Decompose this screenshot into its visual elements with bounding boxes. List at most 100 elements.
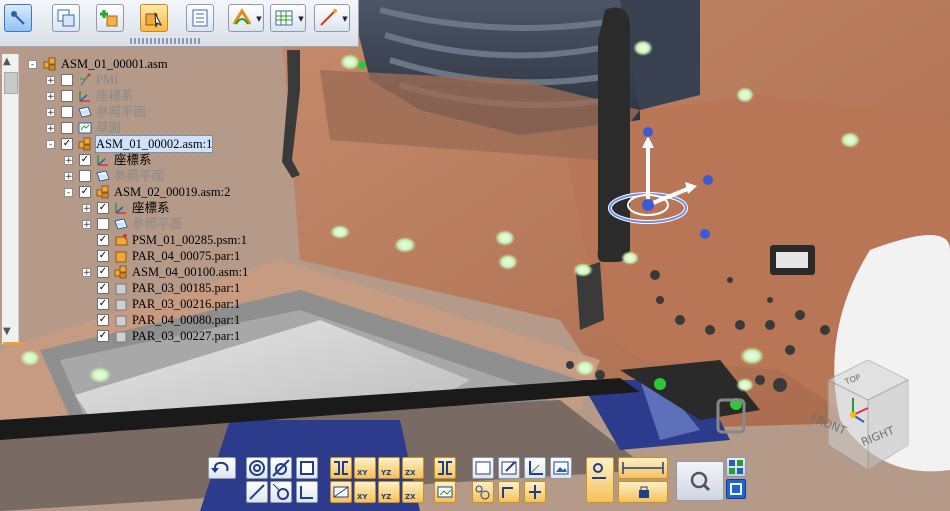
visibility-checkbox[interactable]: ✓ [97, 282, 109, 294]
drag-cursor-icon [145, 12, 163, 28]
tree-row[interactable]: ✓ PAR_04_00075.par:1 [82, 248, 240, 264]
visibility-checkbox[interactable]: ✓ [97, 314, 109, 326]
visibility-checkbox[interactable]: ✓ [97, 250, 109, 262]
single-view-button[interactable] [726, 479, 746, 499]
properties-button[interactable] [186, 4, 214, 32]
tree-row[interactable]: + ✓ 座標系 [64, 152, 152, 168]
distance-button[interactable] [618, 457, 668, 479]
view-style-button[interactable] [270, 4, 298, 32]
plane-zx-button[interactable]: ZX [402, 457, 424, 479]
tree-row[interactable]: + ✓ ASM_04_00100.asm:1 [82, 264, 248, 280]
tree-row[interactable]: ✓ PAR_03_00216.par:1 [82, 296, 240, 312]
center-button[interactable] [524, 481, 546, 503]
scroll-down-arrow-icon[interactable]: ▼ [3, 326, 11, 337]
tree-row[interactable]: + 座標系 [46, 88, 134, 104]
visibility-checkbox[interactable]: ✓ [97, 266, 109, 278]
concentric-button[interactable] [246, 457, 268, 479]
expand-toggle-icon[interactable]: + [82, 203, 91, 213]
expand-toggle-icon[interactable]: + [46, 123, 55, 133]
plane-yz-button-2[interactable]: YZ [378, 481, 400, 503]
expand-toggle-icon[interactable]: + [64, 171, 73, 181]
edit-sheet-button[interactable] [498, 457, 520, 479]
scroll-thumb[interactable] [4, 72, 18, 94]
align-button[interactable] [330, 481, 352, 503]
tree-scrollbar[interactable] [2, 54, 19, 344]
visibility-checkbox[interactable]: ✓ [79, 186, 91, 198]
copy-components-button[interactable] [52, 4, 80, 32]
tree-row[interactable]: - ✓ ASM_02_00019.asm:2 [64, 184, 230, 200]
visibility-checkbox[interactable]: ✓ [79, 154, 91, 166]
expand-toggle-icon[interactable]: + [64, 155, 73, 165]
select-tool-button[interactable] [4, 4, 32, 32]
drag-component-button[interactable] [140, 4, 168, 32]
visibility-checkbox[interactable] [97, 218, 109, 230]
plane-zx-button-2[interactable]: ZX [402, 481, 424, 503]
corner-button[interactable] [498, 481, 520, 503]
scroll-up-arrow-icon[interactable]: ▲ [3, 56, 11, 67]
mirror-x-button[interactable] [330, 457, 352, 479]
angle-button[interactable] [296, 481, 318, 503]
relationship-button[interactable] [228, 4, 256, 32]
expand-toggle-icon[interactable]: + [46, 91, 55, 101]
coordinate-button[interactable] [524, 457, 546, 479]
view-grid-button[interactable] [726, 457, 746, 477]
expand-toggle-icon[interactable]: + [46, 75, 55, 85]
tree-row[interactable]: + 參照平面 [64, 168, 164, 184]
tree-row-label: 座標系 [114, 153, 152, 167]
collapse-toggle-icon[interactable]: - [46, 139, 55, 149]
tree-row-label: PAR_04_00080.par:1 [132, 313, 241, 327]
expand-toggle-icon[interactable]: + [82, 267, 91, 277]
sketch-line-dropdown[interactable]: ▼ [341, 4, 350, 32]
tree-row[interactable]: + PMI [46, 72, 118, 88]
fit-plane-button[interactable] [434, 481, 456, 503]
tangent-button[interactable] [270, 457, 292, 479]
fit-plane-icon [437, 486, 453, 498]
expand-toggle-icon[interactable]: + [82, 219, 91, 229]
plane-yz-button[interactable]: YZ [378, 457, 400, 479]
tree-row-label: ASM_01_00002.asm:1 [94, 135, 214, 153]
visibility-checkbox[interactable] [61, 90, 73, 102]
toolbar-grip-handle[interactable] [130, 38, 200, 44]
tree-row[interactable]: ✓ PSM_01_00285.psm:1 [82, 232, 247, 248]
tree-row[interactable]: + 草圖 [46, 120, 121, 136]
visibility-checkbox[interactable] [61, 74, 73, 86]
insert-component-button[interactable] [96, 4, 124, 32]
point-button[interactable] [270, 481, 292, 503]
expand-toggle-icon[interactable]: + [46, 107, 55, 117]
visibility-checkbox[interactable] [61, 106, 73, 118]
tree-row[interactable]: ✓ PAR_04_00080.par:1 [82, 312, 240, 328]
face-button[interactable] [296, 457, 318, 479]
tree-row[interactable]: + 參照平面 [82, 216, 182, 232]
collapse-toggle-icon[interactable]: - [64, 187, 73, 197]
tree-row[interactable]: - ✓ ASM_01_00002.asm:1 [46, 135, 214, 153]
relationship-dropdown[interactable]: ▼ [255, 4, 264, 32]
tree-row[interactable]: - ASM_01_00001.asm [28, 56, 168, 72]
plane-xy-button-2[interactable]: XY [354, 481, 376, 503]
tree-row[interactable]: + 參照平面 [46, 104, 146, 120]
undo-button[interactable] [208, 457, 236, 479]
tree-row[interactable]: ✓ PAR_03_00227.par:1 [82, 328, 240, 344]
tree-row[interactable]: ✓ PAR_03_00185.par:1 [82, 280, 240, 296]
circles-button[interactable] [472, 481, 494, 503]
visibility-checkbox[interactable]: ✓ [97, 202, 109, 214]
view-cube[interactable]: TOP FRONT RIGHT [808, 359, 928, 471]
visibility-checkbox[interactable]: ✓ [97, 234, 109, 246]
visibility-checkbox[interactable]: ✓ [97, 298, 109, 310]
view-style-dropdown[interactable]: ▼ [297, 4, 306, 32]
visibility-checkbox[interactable] [61, 122, 73, 134]
parallel-button[interactable] [246, 481, 268, 503]
assemble-button[interactable] [586, 457, 614, 503]
zoom-button[interactable] [676, 461, 724, 501]
lock-button[interactable] [618, 481, 668, 503]
plane-xy-button[interactable]: XY [354, 457, 376, 479]
visibility-checkbox[interactable]: ✓ [97, 330, 109, 342]
sketch-line-button[interactable] [314, 4, 342, 32]
tree-row[interactable]: + ✓ 座標系 [82, 200, 170, 216]
mirror-y-button[interactable] [434, 457, 456, 479]
sheet-view-button[interactable] [472, 457, 494, 479]
visibility-checkbox[interactable]: ✓ [61, 138, 73, 150]
image-button[interactable] [550, 457, 572, 479]
tree-row-label: PSM_01_00285.psm:1 [132, 233, 247, 247]
visibility-checkbox[interactable] [79, 170, 91, 182]
collapse-toggle-icon[interactable]: - [28, 59, 37, 69]
